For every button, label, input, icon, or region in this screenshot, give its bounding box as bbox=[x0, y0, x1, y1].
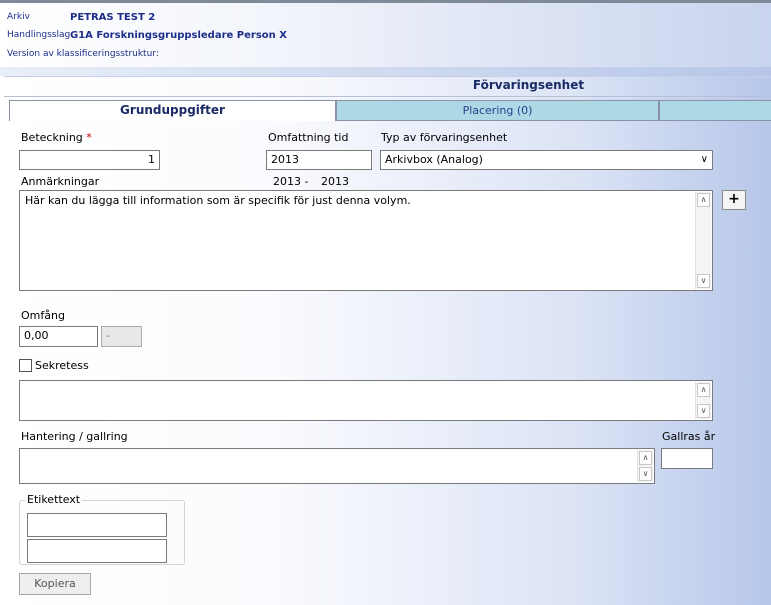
sekretess-textarea[interactable]: ∧ ∨ bbox=[19, 380, 713, 421]
scroll-up-icon[interactable]: ∧ bbox=[697, 193, 710, 207]
header-separator bbox=[0, 67, 771, 76]
anmarkningar-scrollbar[interactable]: ∧ ∨ bbox=[695, 192, 711, 289]
beteckning-label-text: Beteckning bbox=[21, 131, 83, 144]
omfang-unit-field: - bbox=[101, 326, 142, 347]
kopiera-button[interactable]: Kopiera bbox=[19, 573, 91, 595]
handlingsslag-label: Handlingsslag bbox=[7, 30, 71, 40]
panel-title: Förvaringsenhet bbox=[472, 78, 585, 92]
etikettext-label: Etikettext bbox=[25, 493, 83, 506]
tab-placering[interactable]: Placering (0) bbox=[336, 100, 659, 121]
title-divider bbox=[4, 96, 771, 97]
sekretess-checkbox[interactable] bbox=[19, 359, 32, 372]
anmarkningar-textarea[interactable]: Här kan du lägga till information som är… bbox=[19, 190, 713, 291]
etikettext-line2-input[interactable] bbox=[27, 539, 167, 563]
handlingsslag-value: G1A Forskningsgruppsledare Person X bbox=[70, 30, 287, 41]
omfattning-range-to: 2013 bbox=[321, 175, 349, 188]
typ-label: Typ av förvaringsenhet bbox=[381, 131, 508, 144]
arkiv-label: Arkiv bbox=[7, 12, 30, 22]
scroll-up-icon[interactable]: ∧ bbox=[639, 451, 652, 465]
omfattning-label: Omfattning tid bbox=[268, 131, 349, 144]
scroll-down-icon[interactable]: ∨ bbox=[697, 274, 710, 288]
hantering-label: Hantering / gallring bbox=[21, 430, 128, 443]
anmarkningar-label: Anmärkningar bbox=[21, 175, 100, 188]
sekretess-label: Sekretess bbox=[35, 359, 89, 372]
omfang-input[interactable]: 0,00 bbox=[19, 326, 98, 347]
omfang-label: Omfång bbox=[21, 309, 65, 322]
scroll-up-icon[interactable]: ∧ bbox=[697, 383, 710, 397]
typ-select[interactable]: Arkivbox (Analog) ∨ bbox=[380, 150, 713, 170]
gallras-label: Gallras år bbox=[662, 430, 716, 443]
tab-strip-filler bbox=[659, 100, 771, 121]
typ-select-value: Arkivbox (Analog) bbox=[385, 153, 483, 166]
sekretess-scrollbar[interactable]: ∧ ∨ bbox=[695, 382, 711, 419]
beteckning-label: Beteckning * bbox=[21, 131, 92, 144]
tab-grunduppgifter[interactable]: Grunduppgifter bbox=[9, 100, 336, 121]
required-marker: * bbox=[86, 131, 92, 144]
omfattning-range-from: 2013 - bbox=[273, 175, 309, 188]
add-button[interactable]: + bbox=[722, 190, 746, 210]
etikettext-line1-input[interactable] bbox=[27, 513, 167, 537]
arkiv-value: PETRAS TEST 2 bbox=[70, 12, 156, 23]
chevron-down-icon[interactable]: ∨ bbox=[701, 153, 708, 167]
omfattning-input[interactable]: 2013 bbox=[266, 150, 372, 170]
header-area: Arkiv PETRAS TEST 2 Handlingsslag G1A Fo… bbox=[0, 3, 771, 67]
beteckning-input[interactable]: 1 bbox=[19, 150, 160, 170]
hantering-scrollbar[interactable]: ∧ ∨ bbox=[637, 450, 653, 482]
anmarkningar-text: Här kan du lägga till information som är… bbox=[25, 194, 411, 207]
gallras-input[interactable] bbox=[661, 448, 713, 469]
scroll-down-icon[interactable]: ∨ bbox=[639, 467, 652, 481]
version-label: Version av klassificeringsstruktur: bbox=[7, 49, 159, 59]
hantering-textarea[interactable]: ∧ ∨ bbox=[19, 448, 655, 484]
scroll-down-icon[interactable]: ∨ bbox=[697, 404, 710, 418]
